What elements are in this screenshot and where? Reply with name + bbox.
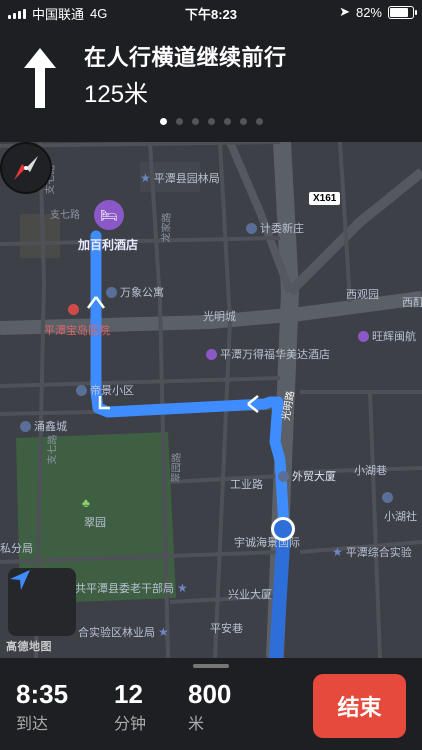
poi-item[interactable]: 小湖巷 [354, 462, 387, 478]
end-navigation-button[interactable]: 结束 [313, 674, 406, 738]
locate-me-button[interactable] [8, 568, 76, 636]
poi-item[interactable]: 平潭万得福华美达酒店 [206, 346, 330, 362]
straight-arrow-icon [24, 48, 56, 108]
compass-icon[interactable] [0, 142, 52, 194]
road-label: 光明城 [203, 311, 236, 323]
poi-item[interactable] [68, 304, 79, 315]
pin-icon [382, 492, 393, 503]
pin-icon [76, 384, 87, 396]
page-dot[interactable] [191, 118, 199, 125]
distance-value: 800 [188, 679, 232, 709]
page-dot[interactable] [207, 118, 215, 125]
poi-item[interactable]: 计委新庄 [246, 220, 304, 236]
map-view[interactable]: 支七路 支七路 龙家路 光明路 光明城 支七路 翠园路 🛏 加百利酒店 X161… [0, 142, 422, 658]
road-label: 支七路 [50, 210, 80, 221]
star-icon: ★ [140, 171, 151, 185]
current-location-marker [271, 517, 295, 541]
star-icon: ★ [177, 581, 188, 595]
battery-percent: 82% [355, 4, 382, 20]
arrival-stat: 8:35 到达 [16, 680, 68, 734]
arrival-time: 8:35 [16, 679, 69, 709]
poi-item[interactable]: 涌鑫城 [20, 418, 67, 434]
page-dot[interactable] [159, 118, 167, 125]
star-icon: ★ [158, 625, 169, 639]
poi-item[interactable]: 工业路 [230, 476, 263, 492]
poi-item[interactable]: 兴业大厦 [228, 586, 272, 602]
poi-item[interactable]: ★ 平潭综合实验 [332, 544, 412, 560]
duration-stat: 12 分钟 [114, 680, 146, 734]
distance-stat: 800 米 [188, 680, 231, 734]
battery-icon [388, 5, 417, 19]
poi-item[interactable]: 旺辉闽航 [358, 328, 416, 344]
hotel-icon [206, 348, 217, 360]
location-arrow-icon [10, 570, 30, 590]
road-label: 龙家路 [160, 212, 174, 243]
distance-label: 米 [188, 716, 205, 733]
star-icon: ★ [332, 545, 343, 559]
poi-item[interactable]: 中共平潭县委老干部局 ★ [64, 580, 188, 596]
poi-item[interactable]: 小湖社 [384, 508, 417, 524]
page-dot[interactable] [255, 118, 263, 125]
poi-item[interactable] [382, 492, 393, 503]
duration-label: 分钟 [114, 716, 147, 733]
road [286, 168, 422, 296]
poi-item[interactable]: 翠园 [84, 514, 106, 530]
turn-instruction: 在人行横道继续前行 [84, 45, 287, 70]
turn-distance: 125米 [84, 81, 149, 108]
pin-icon [246, 222, 257, 234]
poi-item[interactable]: ★ 平潭县园林局 [140, 170, 220, 186]
navigation-header[interactable]: 在人行横道继续前行 125米 [0, 24, 422, 142]
poi-item[interactable]: 帝景小区 [76, 382, 134, 398]
poi-item[interactable]: 平安巷 [210, 620, 243, 636]
page-indicator[interactable] [0, 118, 422, 125]
poi-item[interactable]: 平潭宝岛医院 [44, 322, 110, 338]
page-dot[interactable] [223, 118, 231, 125]
map-attribution: 高德地图 [6, 641, 52, 653]
poi-item[interactable]: ♣ [82, 496, 90, 510]
trip-summary-panel[interactable]: 8:35 到达 12 分钟 800 米 结束 [0, 658, 422, 750]
road-label: 翠园路 [170, 452, 184, 483]
tree-icon: ♣ [82, 496, 90, 510]
poi-item[interactable]: 外贸大厦 [278, 468, 336, 484]
poi-item[interactable]: 西观园 [346, 286, 379, 302]
pin-icon [278, 470, 289, 482]
road-label: 支七路 [46, 434, 60, 465]
poi-item[interactable]: 合实验区林业局 ★ [78, 624, 169, 640]
arrival-label: 到达 [16, 716, 49, 733]
location-services-icon: ➤ [339, 4, 350, 19]
pin-icon [20, 420, 31, 432]
duration-value: 12 [114, 679, 143, 709]
poi-item[interactable]: 私分局 [0, 540, 33, 556]
drag-handle[interactable] [193, 664, 229, 668]
destination-hotel-icon[interactable]: 🛏 [94, 200, 124, 230]
destination-label[interactable]: 加百利酒店 [78, 236, 138, 253]
status-right: ➤ 82% [339, 4, 417, 20]
poi-item[interactable]: 万象公寓 [106, 284, 164, 300]
poi-item[interactable]: 西酊 [402, 294, 422, 310]
hotel-icon [358, 330, 369, 342]
highway-badge: X161 [309, 192, 341, 205]
page-dot[interactable] [239, 118, 247, 125]
page-dot[interactable] [175, 118, 183, 125]
hospital-icon [68, 304, 79, 315]
pin-icon [106, 286, 117, 298]
status-bar: 中国联通 4G 下午8:23 ➤ 82% [0, 0, 422, 24]
